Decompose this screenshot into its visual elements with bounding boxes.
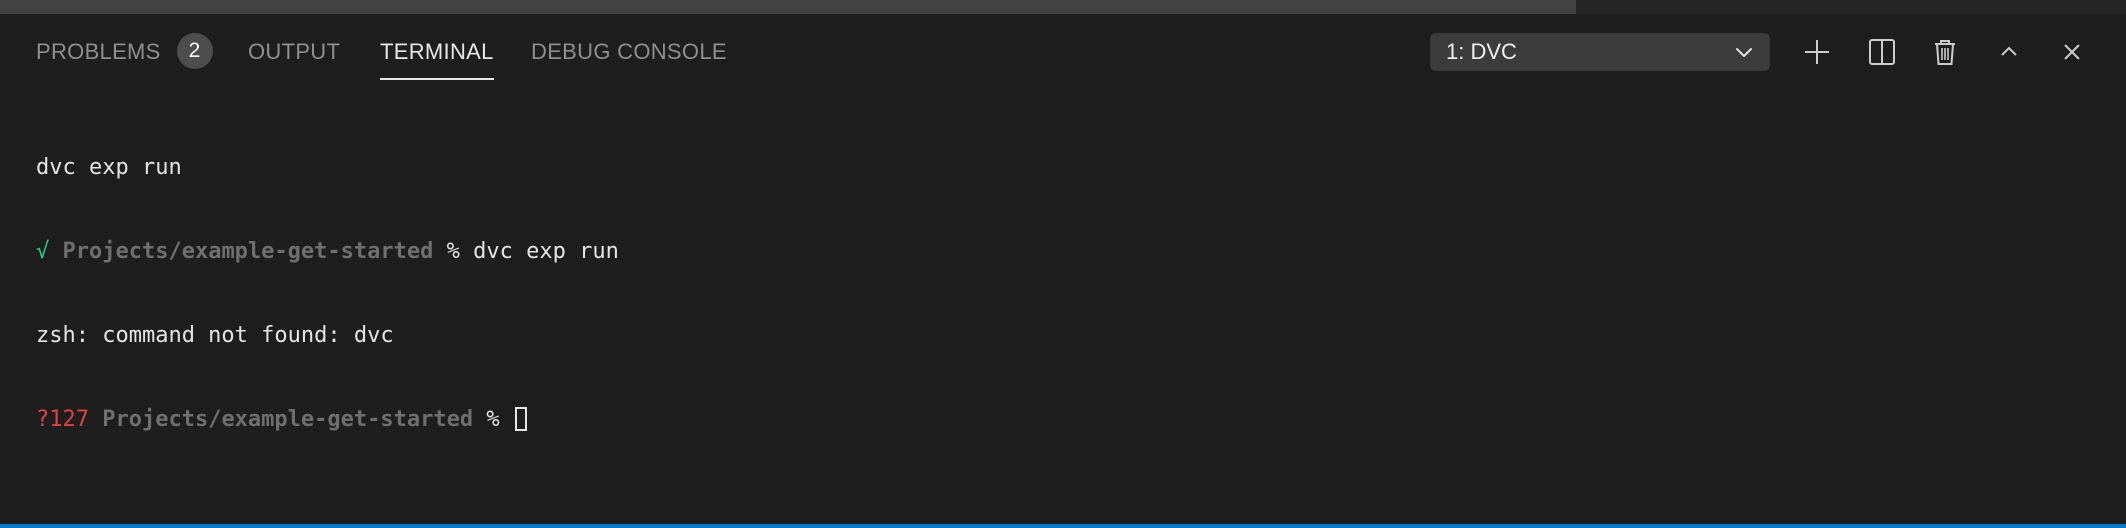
- terminal-line: dvc exp run: [36, 154, 619, 182]
- success-status: √: [36, 239, 50, 264]
- tab-terminal[interactable]: TERMINAL: [380, 38, 494, 90]
- editor-area-edge: [1576, 0, 2126, 14]
- problems-count-badge: 2: [176, 33, 213, 69]
- close-icon: [2064, 44, 2080, 60]
- terminal-line: zsh: command not found: dvc: [36, 322, 619, 350]
- horizontal-scrollbar[interactable]: [0, 0, 1576, 14]
- chevron-up-icon: [2001, 46, 2017, 56]
- split-terminal-button[interactable]: [1862, 32, 1902, 72]
- terminal-line: √ Projects/example-get-started % dvc exp…: [36, 238, 619, 266]
- trash-icon: [1935, 40, 1955, 65]
- close-panel-button[interactable]: [2052, 32, 2092, 72]
- terminal-output[interactable]: dvc exp run √ Projects/example-get-start…: [36, 98, 619, 462]
- kill-terminal-button[interactable]: [1925, 32, 1965, 72]
- prompt-symbol: %: [446, 239, 460, 264]
- terminal-cursor[interactable]: [514, 407, 527, 431]
- terminal-selector[interactable]: 1: DVC: [1430, 33, 1770, 71]
- command-text: dvc exp run: [473, 239, 619, 264]
- maximize-panel-button[interactable]: [1989, 32, 2029, 72]
- status-bar-edge: [0, 524, 2126, 528]
- tab-debug-console[interactable]: DEBUG CONSOLE: [531, 38, 727, 90]
- chevron-down-icon: [1736, 48, 1752, 57]
- tab-problems-label: PROBLEMS: [36, 39, 161, 64]
- tab-output[interactable]: OUTPUT: [248, 38, 340, 90]
- exit-code-status: ?127: [36, 407, 89, 432]
- error-output-text: zsh: command not found: dvc: [36, 323, 394, 348]
- terminal-line: ?127 Projects/example-get-started %: [36, 406, 619, 434]
- tab-terminal-label: TERMINAL: [380, 39, 494, 64]
- editor-scroll-area: [0, 0, 2126, 14]
- prompt-path: Projects/example-get-started: [102, 407, 474, 432]
- new-terminal-button[interactable]: [1797, 32, 1837, 72]
- tab-problems[interactable]: PROBLEMS 2: [36, 33, 213, 90]
- tab-output-label: OUTPUT: [248, 39, 341, 64]
- plus-icon: [1805, 40, 1829, 64]
- prompt-symbol: %: [486, 407, 500, 432]
- prompt-path: Projects/example-get-started: [62, 239, 434, 264]
- terminal-selector-value: 1: DVC: [1446, 39, 1517, 64]
- split-icon: [1869, 39, 1895, 65]
- output-text: dvc exp run: [36, 155, 182, 180]
- panel-header: PROBLEMS 2 OUTPUT TERMINAL DEBUG CONSOLE…: [0, 14, 2126, 90]
- tab-debug-console-label: DEBUG CONSOLE: [531, 39, 727, 64]
